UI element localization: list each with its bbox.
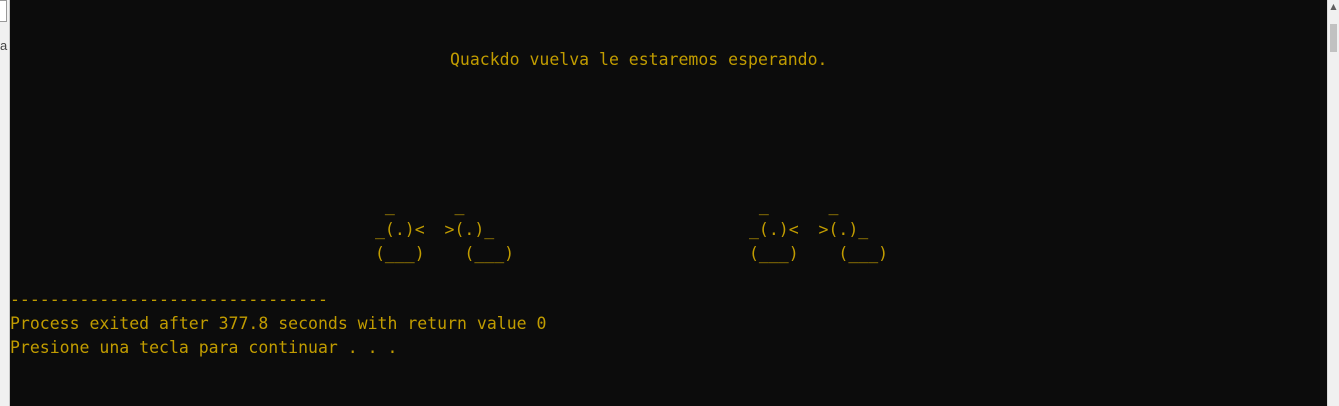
console-output: Quackdo vuelva le estaremos esperando. _… xyxy=(10,0,1327,406)
vertical-scrollbar[interactable]: ▲ xyxy=(1327,0,1339,406)
scroll-up-arrow-icon[interactable]: ▲ xyxy=(1328,0,1339,14)
continue-prompt: Presione una tecla para continuar . . . xyxy=(10,338,398,357)
left-edge-text: a xyxy=(0,38,8,53)
scrollbar-thumb[interactable] xyxy=(1330,24,1337,52)
process-status: Process exited after 377.8 seconds with … xyxy=(10,314,547,333)
ascii-ducks-left: _ _ _(.)< >(.)_ (___) (___) xyxy=(375,196,515,263)
window-tab-fragment xyxy=(0,0,7,22)
separator-line: -------------------------------- xyxy=(10,290,328,309)
farewell-message: Quackdo vuelva le estaremos esperando. xyxy=(450,50,828,69)
left-window-edge: a xyxy=(0,0,10,406)
ascii-ducks-right: _ _ _(.)< >(.)_ (___) (___) xyxy=(749,196,889,263)
